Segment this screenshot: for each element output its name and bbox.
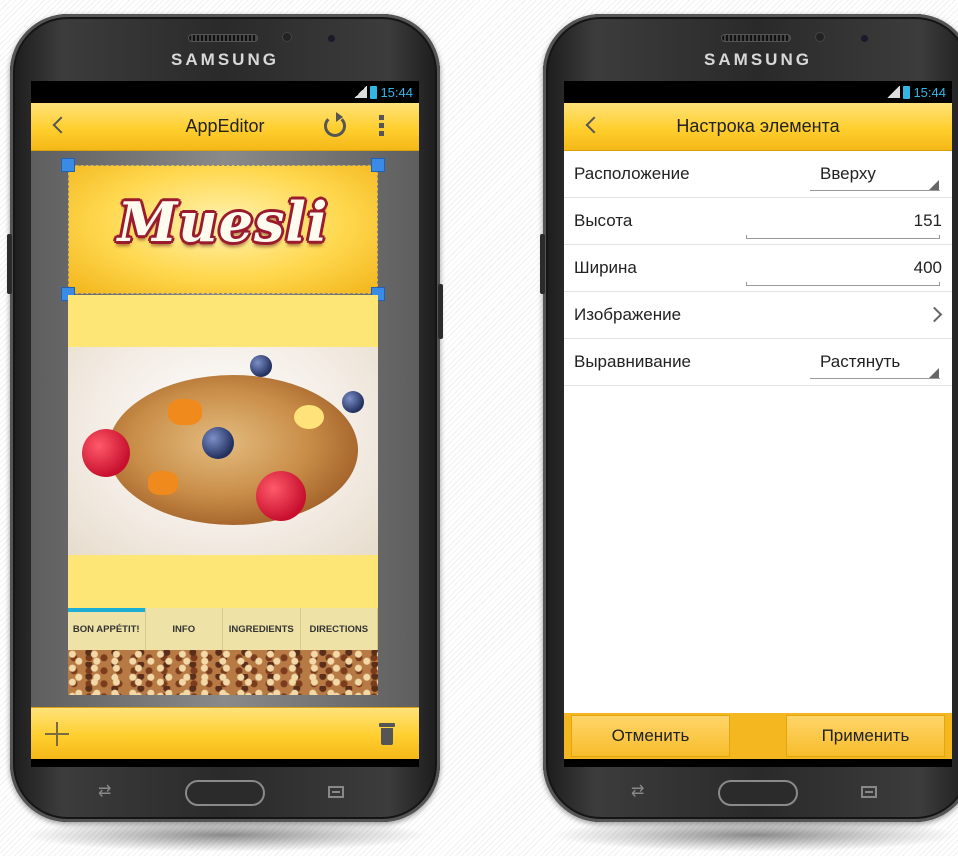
setting-label: Выравнивание: [574, 352, 692, 371]
hardware-nav-left: ⇄: [10, 774, 440, 814]
trash-icon[interactable]: [379, 723, 395, 745]
battery-icon: [903, 85, 911, 99]
signal-icon: [354, 86, 368, 98]
setting-row-width[interactable]: Ширина 400: [564, 245, 952, 292]
front-camera: [328, 35, 335, 42]
spinner-dropdown-icon: [929, 368, 939, 378]
bottom-toolbar: [31, 707, 419, 759]
spinner-dropdown-icon: [929, 180, 939, 190]
hardware-nav-right: ⇄: [543, 774, 958, 814]
tab-ingredients[interactable]: INGREDIENTS: [223, 608, 301, 650]
apply-button[interactable]: Применить: [786, 715, 945, 757]
battery-icon: [370, 85, 378, 99]
apricot-piece: [148, 471, 178, 495]
blueberry: [250, 355, 272, 377]
setting-label: Ширина: [574, 258, 637, 277]
position-spinner-value[interactable]: Вверху: [820, 164, 876, 184]
granola-background-image: [68, 650, 378, 695]
blueberry: [202, 427, 234, 459]
screen-left: 15:44 AppEditor Muesli BON APPÉTIT! INFO…: [31, 81, 419, 767]
raspberry: [256, 471, 306, 521]
setting-row-height[interactable]: Высота 151: [564, 198, 952, 245]
apricot-piece: [168, 399, 202, 425]
page-title: Настрока элемента: [676, 116, 840, 136]
signal-icon: [887, 86, 901, 98]
overflow-menu-icon[interactable]: [379, 115, 385, 139]
blueberry: [342, 391, 364, 413]
hardware-back-icon[interactable]: ⇄: [98, 784, 116, 800]
home-button[interactable]: [185, 780, 265, 806]
edit-underline: [746, 235, 940, 239]
chevron-right-icon: [926, 306, 943, 323]
hardware-back-icon[interactable]: ⇄: [631, 784, 649, 800]
height-input[interactable]: 151: [914, 211, 942, 231]
status-time: 15:44: [380, 84, 413, 100]
preview-tab-strip: BON APPÉTIT! INFO INGREDIENTS DIRECTIONS: [68, 608, 378, 650]
status-bar: 15:44: [564, 81, 952, 103]
home-button[interactable]: [718, 780, 798, 806]
action-bar: Настрока элемента: [564, 103, 952, 151]
spacer-band-top: [68, 295, 378, 347]
app-title: AppEditor: [185, 116, 265, 136]
resize-handle-top-right[interactable]: [371, 158, 385, 172]
raspberry: [82, 429, 130, 477]
front-camera: [861, 35, 868, 42]
setting-label: Высота: [574, 211, 633, 230]
setting-row-position[interactable]: Расположение Вверху: [564, 151, 952, 198]
status-time: 15:44: [913, 84, 946, 100]
setting-label: Расположение: [574, 164, 690, 183]
granola-pile: [108, 375, 358, 525]
phone-left: SAMSUNG 15:44 AppEditor Muesli BON APPÉT…: [7, 14, 443, 822]
setting-label: Изображение: [574, 305, 682, 324]
tab-bon-appetit[interactable]: BON APPÉTIT!: [68, 608, 146, 650]
brand-logo: SAMSUNG: [704, 50, 812, 69]
refresh-icon[interactable]: [324, 112, 346, 137]
earpiece-speaker: [188, 34, 258, 42]
banana-slice: [294, 405, 324, 429]
screen-right: 15:44 Настрока элемента Расположение Вве…: [564, 81, 952, 767]
edit-underline: [746, 282, 940, 286]
power-button: [438, 284, 443, 339]
phone-shadow-right: [550, 818, 958, 852]
alignment-spinner-value[interactable]: Растянуть: [820, 352, 900, 372]
width-input[interactable]: 400: [914, 258, 942, 278]
phone-shadow-left: [20, 818, 430, 852]
editor-canvas[interactable]: Muesli BON APPÉTIT! INFO INGREDIENTS DIR…: [31, 151, 419, 707]
muesli-photo: [68, 347, 378, 555]
brand-logo: SAMSUNG: [171, 50, 279, 69]
selected-banner-element[interactable]: Muesli: [68, 165, 378, 294]
dialog-footer: Отменить Применить: [564, 713, 952, 759]
setting-row-alignment[interactable]: Выравнивание Растянуть: [564, 339, 952, 386]
action-bar: AppEditor: [31, 103, 419, 151]
proximity-sensor: [282, 32, 292, 42]
hardware-menu-icon[interactable]: [328, 786, 344, 798]
cancel-button[interactable]: Отменить: [571, 715, 730, 757]
setting-row-image[interactable]: Изображение: [564, 292, 952, 339]
element-settings-list: Расположение Вверху Высота 151 Ширина 40…: [564, 151, 952, 713]
spinner-underline: [810, 378, 940, 379]
spinner-underline: [810, 190, 940, 191]
status-bar: 15:44: [31, 81, 419, 103]
tab-directions[interactable]: DIRECTIONS: [301, 608, 378, 650]
tab-info[interactable]: INFO: [146, 608, 223, 650]
earpiece-speaker: [721, 34, 791, 42]
hardware-menu-icon[interactable]: [861, 786, 877, 798]
plus-icon[interactable]: [45, 722, 69, 746]
muesli-logo: Muesli: [117, 190, 329, 254]
resize-handle-top-left[interactable]: [61, 158, 75, 172]
volume-button: [540, 234, 545, 294]
spacer-band-bottom: [68, 555, 378, 608]
proximity-sensor: [815, 32, 825, 42]
phone-right: SAMSUNG 15:44 Настрока элемента Располож…: [540, 14, 958, 822]
volume-button: [7, 234, 12, 294]
